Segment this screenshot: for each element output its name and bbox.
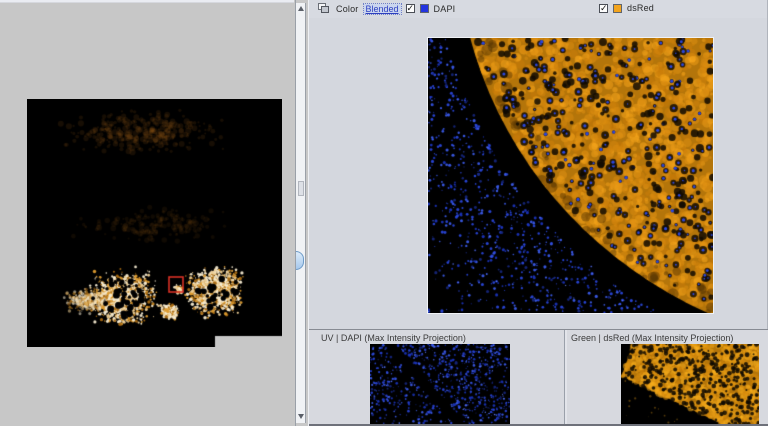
- scroll-down-icon[interactable]: [297, 413, 305, 421]
- layers-icon: [318, 3, 331, 14]
- color-label: Color: [336, 4, 359, 14]
- dsred-channel-group: ✓ dsRed: [599, 3, 654, 13]
- dapi-projection-thumbnail[interactable]: [370, 344, 510, 424]
- blended-channels-image[interactable]: [428, 38, 713, 313]
- dapi-checkbox[interactable]: ✓: [406, 4, 415, 13]
- dapi-projection-label: UV | DAPI (Max Intensity Projection): [309, 330, 564, 343]
- scrollbar-thumb[interactable]: [298, 181, 304, 196]
- dapi-projection-panel: UV | DAPI (Max Intensity Projection): [309, 330, 564, 425]
- dsred-projection-thumbnail[interactable]: [621, 344, 759, 424]
- scroll-up-icon[interactable]: [297, 5, 305, 13]
- panel-splitter[interactable]: [294, 0, 308, 426]
- main-image-frame: [427, 37, 714, 314]
- projection-row: UV | DAPI (Max Intensity Projection) Gre…: [309, 329, 768, 424]
- dapi-color-swatch[interactable]: [420, 4, 429, 13]
- dsred-projection-label: Green | dsRed (Max Intensity Projection): [567, 330, 768, 343]
- dsred-channel-label: dsRed: [627, 3, 654, 13]
- viewer-panel: Color Blended ✓ DAPI ✓ dsRed UV | DAPI (…: [308, 0, 768, 426]
- blend-mode-link[interactable]: Blended: [364, 4, 401, 14]
- splitter-scroll-track[interactable]: [296, 3, 306, 423]
- navigator-overview-image[interactable]: [27, 99, 282, 347]
- dsred-projection-panel: Green | dsRed (Max Intensity Projection): [567, 330, 768, 425]
- color-mode-group: Color Blended ✓ DAPI: [318, 3, 455, 14]
- dsred-checkbox[interactable]: ✓: [599, 4, 608, 13]
- navigator-panel: [0, 3, 294, 426]
- channel-toolbar: Color Blended ✓ DAPI ✓ dsRed: [309, 0, 767, 18]
- dapi-channel-label: DAPI: [434, 4, 456, 14]
- image-viewer-window: Color Blended ✓ DAPI ✓ dsRed UV | DAPI (…: [0, 0, 768, 426]
- dsred-color-swatch[interactable]: [613, 4, 622, 13]
